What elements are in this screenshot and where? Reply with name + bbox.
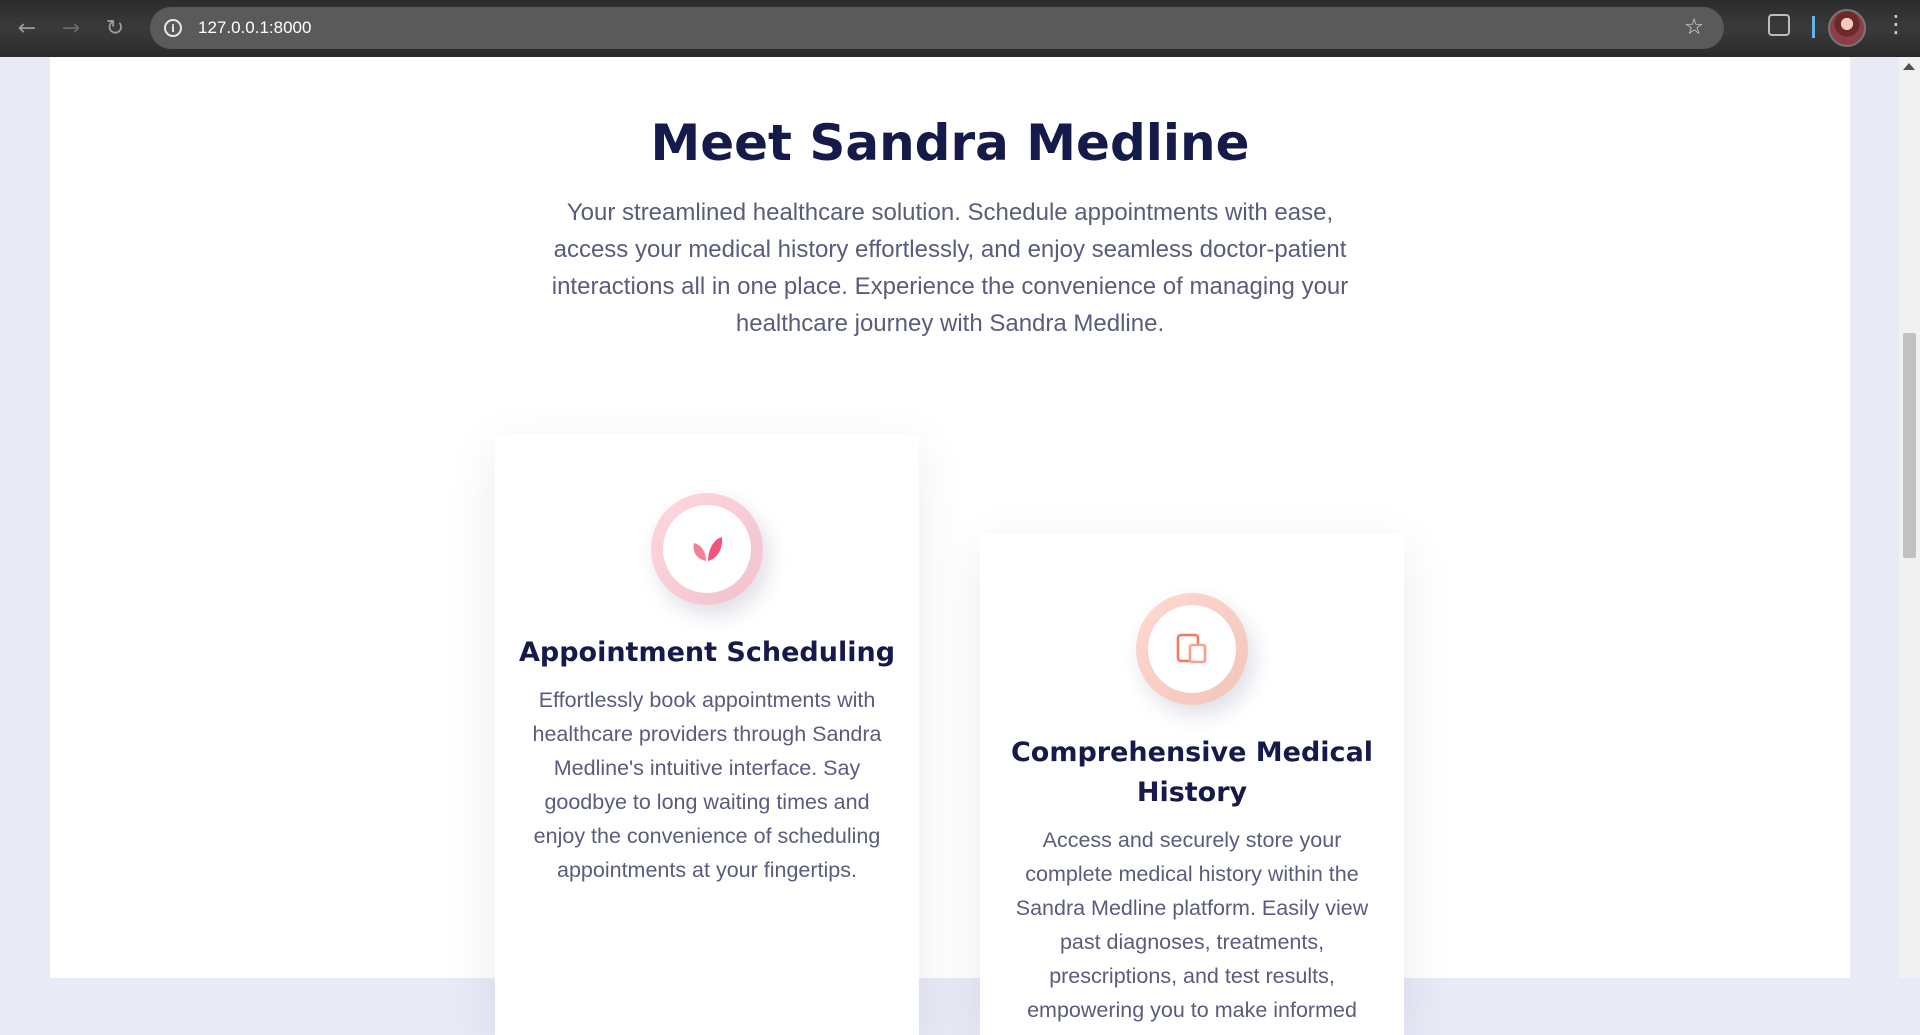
feature-icon-ring [1136, 593, 1248, 705]
url-text[interactable]: 127.0.0.1:8000 [198, 18, 311, 38]
feature-icon-ring [651, 493, 763, 605]
page-content: Meet Sandra Medline Your streamlined hea… [50, 57, 1850, 1035]
reload-icon[interactable]: ↻ [93, 7, 137, 51]
feature-title: Comprehensive Medical History [1010, 737, 1374, 808]
browser-menu-icon[interactable]: ⋮ [1884, 12, 1908, 36]
address-bar[interactable]: i 127.0.0.1:8000 ☆ [150, 7, 1724, 49]
feature-card-medical-history: Comprehensive Medical History Access and… [980, 534, 1404, 1035]
scrollbar-thumb[interactable] [1903, 333, 1916, 558]
forward-arrow-icon[interactable]: → [49, 7, 93, 51]
page-scrollbar[interactable] [1899, 57, 1920, 978]
browser-toolbar: ← → ↻ i 127.0.0.1:8000 ☆ ⋮ [0, 0, 1920, 57]
feature-description: Effortlessly book appointments with heal… [532, 688, 882, 882]
hero-title: Meet Sandra Medline [650, 114, 1250, 172]
bookmark-star-icon[interactable]: ☆ [1684, 15, 1704, 40]
extensions-icon[interactable] [1768, 14, 1790, 36]
back-arrow-icon[interactable]: ← [5, 7, 49, 51]
hero-description: Your streamlined healthcare solution. Sc… [551, 199, 1349, 337]
toolbar-separator [1812, 16, 1815, 38]
leaf-icon [663, 505, 751, 593]
feature-card-appointment-scheduling: Appointment Scheduling Effortlessly book… [495, 434, 919, 1035]
feature-description: Access and securely store your complete … [1015, 828, 1369, 1022]
site-info-icon[interactable]: i [164, 19, 182, 37]
profile-avatar[interactable] [1828, 9, 1866, 47]
devices-icon [1148, 605, 1236, 693]
scroll-up-arrow-icon[interactable] [1903, 63, 1915, 70]
feature-title: Appointment Scheduling [518, 637, 896, 668]
